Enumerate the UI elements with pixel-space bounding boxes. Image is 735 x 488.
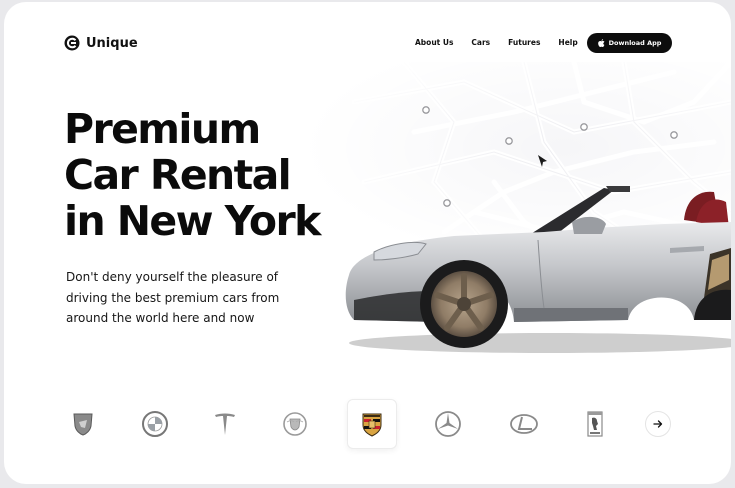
- map-marker: [505, 137, 513, 145]
- brand-selector: [58, 399, 678, 449]
- brand-porsche[interactable]: [347, 399, 397, 449]
- lamborghini-icon: [73, 413, 93, 436]
- arrow-right-icon: [653, 420, 663, 428]
- brand-mercedes[interactable]: [423, 399, 473, 449]
- landing-page: Unique About Us Cars Futures Help Downlo…: [4, 2, 731, 484]
- cadillac-icon: [283, 412, 307, 436]
- mercedes-icon: [435, 411, 461, 437]
- hero-title-line: Car Rental: [64, 151, 292, 199]
- download-app-button[interactable]: Download App: [587, 33, 672, 53]
- logo-icon: [64, 35, 80, 51]
- tesla-icon: [215, 413, 235, 435]
- hero-subtitle: Don't deny yourself the pleasure of driv…: [66, 267, 306, 329]
- brand-name: Unique: [86, 35, 138, 51]
- map-marker: [670, 131, 678, 139]
- nav-help[interactable]: Help: [558, 38, 577, 47]
- brand-ferrari[interactable]: [570, 399, 620, 449]
- brand-lexus[interactable]: [499, 399, 549, 449]
- hero-subtitle-line: Don't deny yourself the pleasure of: [66, 270, 279, 284]
- location-arrow-icon: [538, 155, 547, 167]
- nav-about-us[interactable]: About Us: [415, 38, 453, 47]
- brand-tesla[interactable]: [200, 399, 250, 449]
- nav-cars[interactable]: Cars: [471, 38, 490, 47]
- apple-icon: [597, 39, 605, 47]
- hero-subtitle-line: around the world here and now: [66, 311, 255, 325]
- map-marker: [580, 123, 588, 131]
- hero-title: Premium Car Rental in New York: [64, 106, 364, 244]
- hero-title-line: Premium: [64, 105, 261, 153]
- hero-subtitle-line: driving the best premium cars from: [66, 290, 280, 305]
- download-app-label: Download App: [608, 39, 662, 47]
- next-brand-button[interactable]: [645, 411, 671, 437]
- map-marker: [422, 106, 430, 114]
- lexus-icon: [510, 414, 538, 434]
- ferrari-icon: [587, 411, 603, 437]
- main-nav: About Us Cars Futures Help: [415, 38, 578, 47]
- brand-cadillac[interactable]: [270, 399, 320, 449]
- brand-lamborghini[interactable]: [58, 399, 108, 449]
- nav-futures[interactable]: Futures: [508, 38, 540, 47]
- car-image: [345, 186, 731, 353]
- brand-bmw[interactable]: [130, 399, 180, 449]
- bmw-icon: [142, 411, 168, 437]
- brand-logo[interactable]: Unique: [64, 35, 138, 51]
- porsche-icon: [362, 413, 382, 437]
- hero-title-line: in New York: [64, 197, 321, 245]
